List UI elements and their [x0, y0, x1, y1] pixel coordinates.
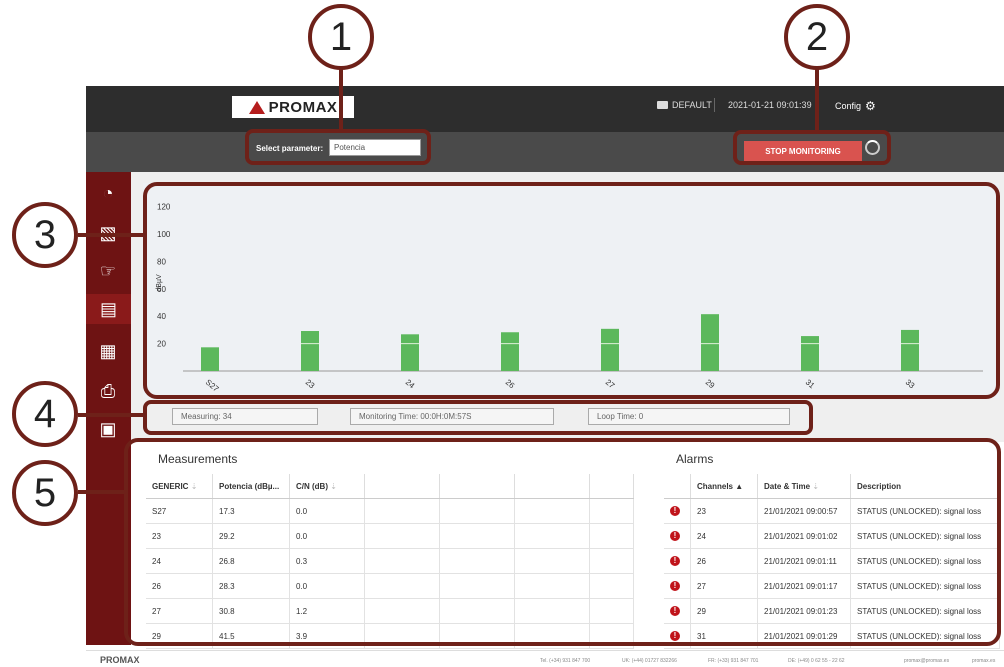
gear-icon: ⚙: [865, 99, 876, 113]
clipboard-clock-icon[interactable]: ▣: [93, 414, 123, 444]
folder-label: DEFAULT: [672, 100, 712, 110]
callout-number-4: 4: [12, 381, 78, 447]
config-label: Config: [835, 101, 862, 111]
hand-pointer-icon[interactable]: ☞: [93, 256, 123, 286]
promax-logo: PROMAX: [232, 96, 354, 118]
monitor-bars-icon[interactable]: ▤: [86, 294, 131, 324]
callout-connector-2: [815, 66, 819, 131]
footer-logo: PROMAX: [100, 655, 140, 665]
logo-triangle-icon: [248, 100, 265, 114]
callout-box-5: [124, 438, 1001, 646]
calendar-schedule-icon[interactable]: ▦: [93, 336, 123, 366]
callout-number-3: 3: [12, 202, 78, 268]
callout-connector-4: [78, 413, 144, 417]
callout-connector-5: [78, 490, 125, 494]
footer-contact: UK: (+44) 01727 832266: [622, 658, 677, 664]
printer-icon[interactable]: ⎙: [93, 376, 123, 406]
callout-number-2: 2: [784, 4, 850, 70]
footer-contact: FR: (+33) 931 847 701: [708, 658, 759, 664]
callout-number-1: 1: [308, 4, 374, 70]
footer-contact: Tel. (+34) 931 847 700: [540, 658, 591, 664]
footer-contact: DE: (+49) 0 62 55 - 22 62: [788, 658, 845, 664]
callout-connector-1: [339, 66, 343, 130]
gauge-icon[interactable]: ◔: [93, 178, 123, 208]
folder-selector[interactable]: DEFAULT: [657, 100, 712, 110]
footer-contact: promax.es: [972, 658, 996, 664]
config-menu[interactable]: Config ⚙: [835, 99, 876, 113]
header-datetime: 2021-01-21 09:01:39: [728, 100, 812, 110]
callout-box-4: [143, 400, 813, 435]
folder-icon: [657, 101, 668, 109]
callout-box-3: [143, 182, 1000, 399]
logo-text: PROMAX: [268, 98, 338, 116]
callout-box-1: [245, 129, 431, 165]
callout-number-5: 5: [12, 460, 78, 526]
callout-connector-3: [78, 233, 144, 237]
header-divider: [714, 98, 715, 112]
callout-box-2: [733, 130, 891, 165]
footer-contact: promax@promax.es: [904, 658, 950, 664]
